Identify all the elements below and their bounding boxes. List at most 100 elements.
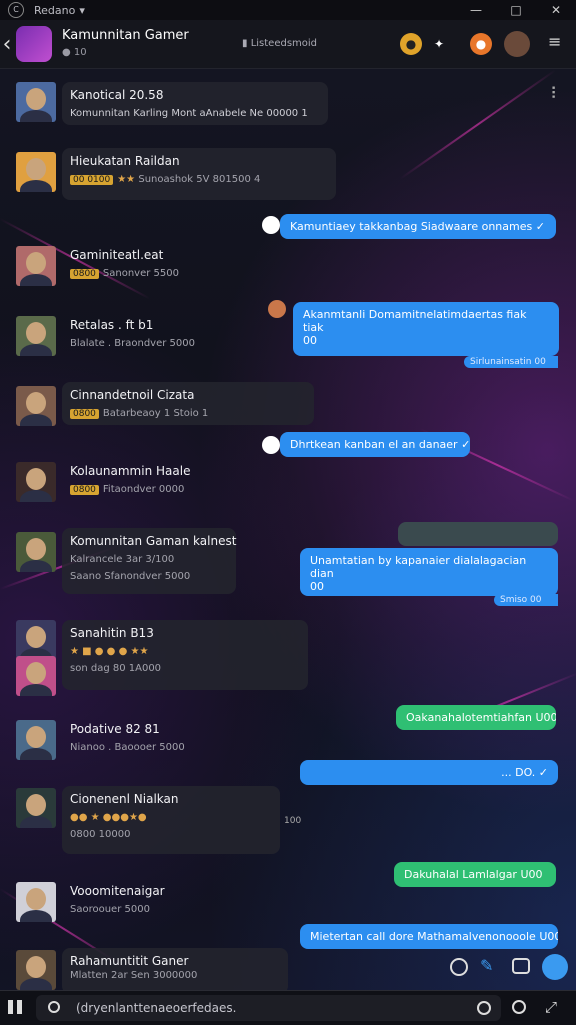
reaction-row: ●● ★ ●●●★● xyxy=(70,812,147,823)
coin-badge: 00 0100 xyxy=(70,175,114,185)
message-text: Dhrtkean kanban el an danaer ✓ xyxy=(290,438,470,451)
message-text: Nianoo . Baoooer 5000 xyxy=(70,742,185,753)
sender-name: Hieukatan Raildan xyxy=(70,154,180,168)
composer-toolbar: ✎ xyxy=(440,950,576,984)
app-menu-chevron-icon[interactable]: ▾ xyxy=(79,4,85,17)
reaction-icon xyxy=(268,300,286,318)
outgoing-message[interactable]: Kamuntiaey takkanbag Siadwaare onnames ✓ xyxy=(280,214,556,239)
message-text: Saoroouer 5000 xyxy=(70,904,150,915)
minimize-button[interactable]: — xyxy=(456,0,496,20)
avatar[interactable] xyxy=(16,386,56,426)
sender-name: Rahamuntitit Ganer xyxy=(70,954,189,968)
message-text: Mietertan call dore Mathamalvenonooole U… xyxy=(310,930,558,943)
user-avatar[interactable] xyxy=(504,31,530,57)
message-text: Dakuhalal Lamlalgar U00 xyxy=(404,868,543,881)
pen-icon[interactable]: ✎ xyxy=(480,956,493,975)
back-arrow-icon[interactable]: ‹ xyxy=(0,32,14,57)
sender-name: Sanahitin B13 xyxy=(70,626,154,640)
sender-name: Retalas . ft b1 xyxy=(70,318,154,332)
outgoing-message[interactable]: Mietertan call dore Mathamalvenonooole U… xyxy=(300,924,558,949)
message-text: Komunnitan Karling Mont aAnabele Ne 0000… xyxy=(70,108,308,119)
emoji-picker-icon[interactable] xyxy=(512,1000,526,1014)
message-text: Sanonver 5500 xyxy=(102,268,179,279)
group-avatar[interactable] xyxy=(16,26,52,62)
sticker-icon[interactable] xyxy=(542,954,568,980)
outgoing-message[interactable]: Dhrtkean kanban el an danaer ✓ xyxy=(280,432,470,457)
avatar[interactable] xyxy=(16,316,56,356)
app-icon: C xyxy=(8,2,24,18)
message-text: Unamtatian by kapanaier dialalagacian di… xyxy=(310,554,527,580)
coin-badge: 0800 xyxy=(70,409,99,419)
outgoing-message[interactable]: Dakuhalal Lamlalgar U00 xyxy=(394,862,556,887)
outgoing-message[interactable]: Unamtatian by kapanaier dialalagacian di… xyxy=(300,548,558,596)
reaction-icon xyxy=(262,436,280,454)
avatar[interactable] xyxy=(16,462,56,502)
message-text: Blalate . Braondver 5000 xyxy=(70,338,195,349)
message-text: Mlatten 2ar Sen 3000000 xyxy=(70,970,198,981)
sender-name: Kanotical 20.58 xyxy=(70,88,164,102)
message-text: Batarbeaoy 1 Stoio 1 xyxy=(102,408,209,419)
message-text: Kalrancele 3ar 3/100 xyxy=(70,554,175,565)
sender-name: Cinnandetnoil Cizata xyxy=(70,388,195,402)
sidebar-toggle-icon[interactable] xyxy=(8,1000,22,1014)
coin-badge: 0800 xyxy=(70,485,99,495)
avatar[interactable] xyxy=(16,532,56,572)
avatar[interactable] xyxy=(16,788,56,828)
avatar[interactable] xyxy=(16,720,56,760)
window-titlebar: C Redano ▾ — □ ✕ xyxy=(0,0,576,20)
message-timestamp: Sirlunainsatin 00 xyxy=(464,356,558,368)
gamepad-icon[interactable]: ✦ xyxy=(428,33,450,55)
side-count: 100 xyxy=(284,816,302,826)
message-text: son dag 80 1A000 xyxy=(70,663,162,674)
avatar[interactable] xyxy=(16,620,56,660)
group-title: Kamunnitan Gamer xyxy=(62,28,189,43)
sender-name: Kolaunammin Haale xyxy=(70,464,191,478)
sender-name: Podative 82 81 xyxy=(70,722,160,736)
attach-icon[interactable] xyxy=(48,1001,60,1013)
message-text: ... DO. ✓ xyxy=(501,766,548,779)
maximize-button[interactable]: □ xyxy=(496,0,536,20)
avatar[interactable] xyxy=(16,82,56,122)
avatar[interactable] xyxy=(16,882,56,922)
reaction-row: ★ ■ ● ● ● ★★ xyxy=(70,646,149,657)
avatar[interactable] xyxy=(16,152,56,192)
message-input[interactable]: (dryenlanttenaeoerfedaes. xyxy=(36,995,501,1021)
sender-name: Komunnitan Gaman kalnest xyxy=(70,534,237,548)
message-text: Sunoashok 5V 801500 4 xyxy=(138,174,261,185)
expand-icon[interactable]: ⤢ xyxy=(545,998,557,1016)
emoji-icon[interactable] xyxy=(450,958,468,976)
sender-name: Vooomitenaigar xyxy=(70,884,165,898)
outgoing-message[interactable]: Oakanahalotemtiahfan U00 xyxy=(396,705,556,730)
message-text: Fitaondver 0000 xyxy=(102,484,185,495)
message-text: 0800 10000 xyxy=(70,829,131,840)
avatar[interactable] xyxy=(16,656,56,696)
message-text: Oakanahalotemtiahfan U00 xyxy=(406,711,556,724)
voice-icon[interactable] xyxy=(477,1001,491,1015)
bottom-bar: (dryenlanttenaeoerfedaes. ⤢ xyxy=(0,990,576,1025)
avatar[interactable] xyxy=(16,246,56,286)
coin-badge: 0800 xyxy=(70,269,99,279)
notification-icon[interactable]: ● xyxy=(470,33,492,55)
app-name: Redano xyxy=(34,3,76,17)
menu-icon[interactable]: ≡ xyxy=(548,32,561,51)
reaction-icon xyxy=(262,216,280,234)
coin-icon[interactable]: ● xyxy=(400,33,422,55)
grid-options-icon[interactable]: ⠇ xyxy=(550,84,562,103)
outgoing-message[interactable] xyxy=(398,522,558,546)
close-button[interactable]: ✕ xyxy=(536,0,576,20)
sender-name: Cionenenl Nialkan xyxy=(70,792,179,806)
group-member-count: ● 10 xyxy=(62,47,87,58)
message-text: Saano Sfanondver 5000 xyxy=(70,571,191,582)
message-text: Akanmtanli Domamitnelatimdaertas fiak ti… xyxy=(303,308,527,334)
sender-name: Gaminiteatl.eat xyxy=(70,248,164,262)
message-input-placeholder: (dryenlanttenaeoerfedaes. xyxy=(76,1001,237,1015)
avatar[interactable] xyxy=(16,950,56,990)
message-text: Kamuntiaey takkanbag Siadwaare onnames ✓ xyxy=(290,220,545,233)
message-text: 00 xyxy=(310,580,324,593)
camera-icon[interactable] xyxy=(512,958,530,974)
channel-label[interactable]: ▮ Listeedsmoid xyxy=(242,38,317,49)
outgoing-message[interactable]: ... DO. ✓ xyxy=(300,760,558,785)
message-text: 00 xyxy=(303,334,317,347)
message-timestamp: Smiso 00 xyxy=(494,594,558,606)
outgoing-message[interactable]: Akanmtanli Domamitnelatimdaertas fiak ti… xyxy=(293,302,559,356)
